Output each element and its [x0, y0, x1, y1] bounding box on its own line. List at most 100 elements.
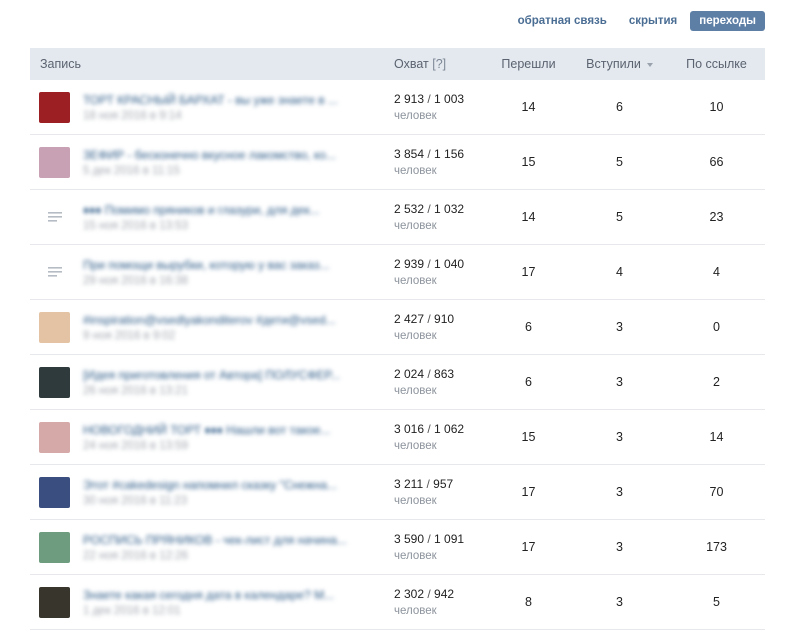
post-date: 22 ноя 2016 в 12:26: [83, 549, 189, 562]
post-thumbnail[interactable]: [39, 91, 70, 123]
post-thumbnail[interactable]: [39, 311, 70, 343]
post-title-link[interactable]: ♦♦♦ Помимо пряников и глазури, для дек..…: [83, 203, 320, 217]
joined-count: 3: [616, 430, 623, 444]
by-link-count: 0: [713, 320, 720, 334]
post-date: 15 ноя 2016 в 13:53: [83, 219, 189, 232]
tab-feedback[interactable]: обратная связь: [509, 11, 616, 31]
reach-separator: /: [423, 477, 434, 491]
reach-separator: /: [424, 202, 435, 216]
table-row[interactable]: Знаете какая сегодня дата в календаре? М…: [30, 575, 765, 630]
header-record[interactable]: Запись: [30, 57, 394, 71]
record-text: При помощи вырубки, которую у вас заказ.…: [83, 258, 330, 287]
reach-total: 2 024: [394, 367, 425, 381]
table-row[interactable]: ♦♦♦ Помимо пряников и глазури, для дек..…: [30, 190, 765, 245]
reach-subscribers: 1 091: [434, 532, 465, 546]
reach-values: 2 302 / 942: [394, 587, 486, 601]
header-reach[interactable]: Охват [?]: [394, 57, 486, 71]
text-post-icon: [39, 257, 70, 288]
reach-cell: 3 211 / 957 человек: [394, 477, 486, 507]
record-cell: [Идея приготовления от Автора] ПОЛУСФЕР.…: [30, 366, 394, 398]
record-cell: ТОРТ КРАСНЫЙ БАРХАТ - вы уже знаете в ..…: [30, 91, 394, 123]
reach-total: 2 939: [394, 257, 425, 271]
post-title-link[interactable]: РОСПИСЬ ПРЯНИКОВ - чек-лист для начина..…: [83, 533, 347, 547]
post-thumbnail[interactable]: [39, 586, 70, 618]
reach-separator: /: [424, 312, 435, 326]
table-row[interactable]: #inspiration@vsedlyakonditerov #дети@vse…: [30, 300, 765, 355]
joined-count: 3: [616, 540, 623, 554]
post-title-link[interactable]: НОВОГОДНИЙ ТОРТ ♦♦♦ Нашли вот такое...: [83, 423, 330, 437]
table-row[interactable]: НОВОГОДНИЙ ТОРТ ♦♦♦ Нашли вот такое... 24…: [30, 410, 765, 465]
header-by-link[interactable]: По ссылке: [668, 57, 765, 71]
joined-count: 6: [616, 100, 623, 114]
post-title-link[interactable]: При помощи вырубки, которую у вас заказ.…: [83, 258, 330, 272]
post-thumbnail[interactable]: [39, 476, 70, 508]
joined-count: 5: [616, 155, 623, 169]
reach-cell: 2 532 / 1 032 человек: [394, 202, 486, 232]
reach-unit: человек: [394, 330, 437, 342]
went-count: 17: [521, 485, 536, 499]
table-row[interactable]: ТОРТ КРАСНЫЙ БАРХАТ - вы уже знаете в ..…: [30, 80, 765, 135]
post-thumbnail[interactable]: [39, 366, 70, 398]
reach-help-link[interactable]: [?]: [432, 57, 446, 71]
table-row[interactable]: [Идея приготовления от Автора] ПОЛУСФЕР.…: [30, 355, 765, 410]
reach-total: 2 427: [394, 312, 425, 326]
reach-unit: человек: [394, 110, 437, 122]
post-title-link[interactable]: Знаете какая сегодня дата в календаре? М…: [83, 588, 334, 602]
reach-unit: человек: [394, 275, 437, 287]
reach-values: 2 024 / 863: [394, 367, 486, 381]
record-cell: Этот #cakedesign напомнил сказку "Снежна…: [30, 476, 394, 508]
tab-transitions[interactable]: переходы: [690, 11, 765, 31]
reach-cell: 2 913 / 1 003 человек: [394, 92, 486, 122]
reach-unit: человек: [394, 220, 437, 232]
post-date: 26 ноя 2016 в 13:21: [83, 384, 189, 397]
reach-values: 2 427 / 910: [394, 312, 486, 326]
reach-cell: 2 939 / 1 040 человек: [394, 257, 486, 287]
header-joined[interactable]: Вступили: [571, 57, 668, 71]
record-cell: При помощи вырубки, которую у вас заказ.…: [30, 257, 394, 288]
reach-separator: /: [424, 367, 435, 381]
header-went[interactable]: Перешли: [486, 57, 571, 71]
stats-tabs: обратная связь скрытия переходы: [509, 11, 765, 31]
reach-unit: человек: [394, 605, 437, 617]
by-link-count: 173: [706, 540, 727, 554]
reach-subscribers: 863: [434, 367, 455, 381]
post-date: 30 ноя 2016 в 11:23: [83, 494, 188, 507]
record-text: ТОРТ КРАСНЫЙ БАРХАТ - вы уже знаете в ..…: [83, 93, 338, 122]
tab-hidden[interactable]: скрытия: [620, 11, 686, 31]
joined-count: 3: [616, 595, 623, 609]
post-thumbnail[interactable]: [39, 531, 70, 563]
reach-total: 3 590: [394, 532, 425, 546]
reach-separator: /: [424, 92, 435, 106]
table-row[interactable]: При помощи вырубки, которую у вас заказ.…: [30, 245, 765, 300]
by-link-count: 10: [709, 100, 724, 114]
post-title-link[interactable]: [Идея приготовления от Автора] ПОЛУСФЕР.…: [83, 368, 340, 382]
post-title-link[interactable]: ЗЕФИР - бесконечно вкусное лакомство, ко…: [83, 148, 336, 162]
post-thumbnail[interactable]: [39, 421, 70, 453]
record-cell: ЗЕФИР - бесконечно вкусное лакомство, ко…: [30, 146, 394, 178]
reach-subscribers: 942: [434, 587, 455, 601]
reach-values: 3 211 / 957: [394, 477, 486, 491]
table-row[interactable]: РОСПИСЬ ПРЯНИКОВ - чек-лист для начина..…: [30, 520, 765, 575]
record-text: ЗЕФИР - бесконечно вкусное лакомство, ко…: [83, 148, 336, 177]
reach-separator: /: [424, 532, 435, 546]
reach-values: 3 854 / 1 156: [394, 147, 486, 161]
post-title-link[interactable]: #inspiration@vsedlyakonditerov #дети@vse…: [83, 313, 336, 327]
joined-count: 3: [616, 375, 623, 389]
went-count: 6: [525, 375, 532, 389]
reach-total: 3 854: [394, 147, 425, 161]
post-title-link[interactable]: Этот #cakedesign напомнил сказку "Снежна…: [83, 478, 337, 492]
post-title-link[interactable]: ТОРТ КРАСНЫЙ БАРХАТ - вы уже знаете в ..…: [83, 93, 338, 107]
reach-subscribers: 1 156: [434, 147, 465, 161]
table-row[interactable]: ЗЕФИР - бесконечно вкусное лакомство, ко…: [30, 135, 765, 190]
record-text: Этот #cakedesign напомнил сказку "Снежна…: [83, 478, 337, 507]
went-count: 17: [521, 540, 536, 554]
post-date: 18 ноя 2016 в 9:14: [83, 109, 182, 122]
reach-total: 2 302: [394, 587, 425, 601]
post-date: 29 ноя 2016 в 16:38: [83, 274, 189, 287]
reach-total: 2 532: [394, 202, 425, 216]
post-thumbnail[interactable]: [39, 146, 70, 178]
went-count: 17: [521, 265, 536, 279]
by-link-count: 14: [709, 430, 724, 444]
post-date: 5 дек 2016 в 11:15: [83, 164, 180, 177]
table-row[interactable]: Этот #cakedesign напомнил сказку "Снежна…: [30, 465, 765, 520]
